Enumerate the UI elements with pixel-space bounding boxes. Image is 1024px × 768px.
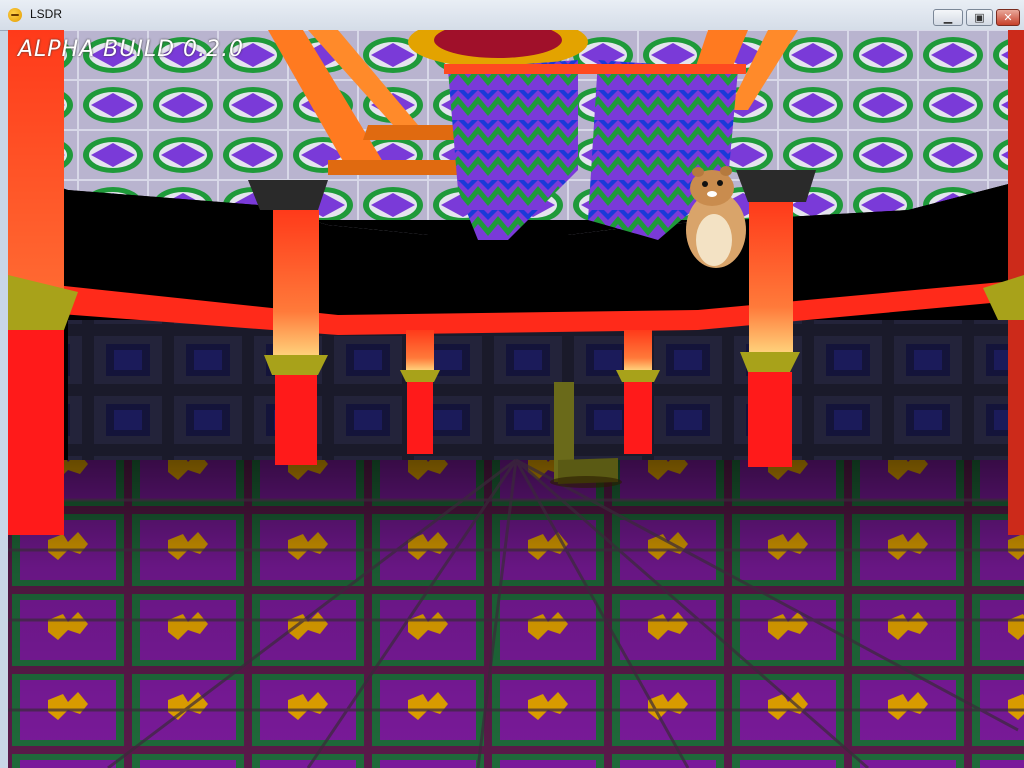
minimize-button[interactable]: ▁ — [933, 9, 963, 26]
maximize-button[interactable]: ▣ — [966, 9, 993, 26]
minimize-icon: ▁ — [943, 11, 953, 24]
game-viewport[interactable]: ALPHA BUILD 0.2.0 — [8, 30, 1024, 768]
build-version-label: ALPHA BUILD 0.2.0 — [18, 37, 245, 62]
close-icon: ✕ — [1003, 11, 1013, 24]
game-scene — [8, 30, 1024, 768]
window-title: LSDR — [30, 7, 63, 21]
app-face-icon — [8, 8, 22, 22]
app-window: LSDR ▁ ▣ ✕ ALPHA BUILD 0.2.0 — [0, 0, 1024, 768]
close-button[interactable]: ✕ — [996, 9, 1020, 26]
title-bar[interactable]: LSDR ▁ ▣ ✕ — [0, 0, 1024, 31]
maximize-icon: ▣ — [974, 11, 985, 24]
